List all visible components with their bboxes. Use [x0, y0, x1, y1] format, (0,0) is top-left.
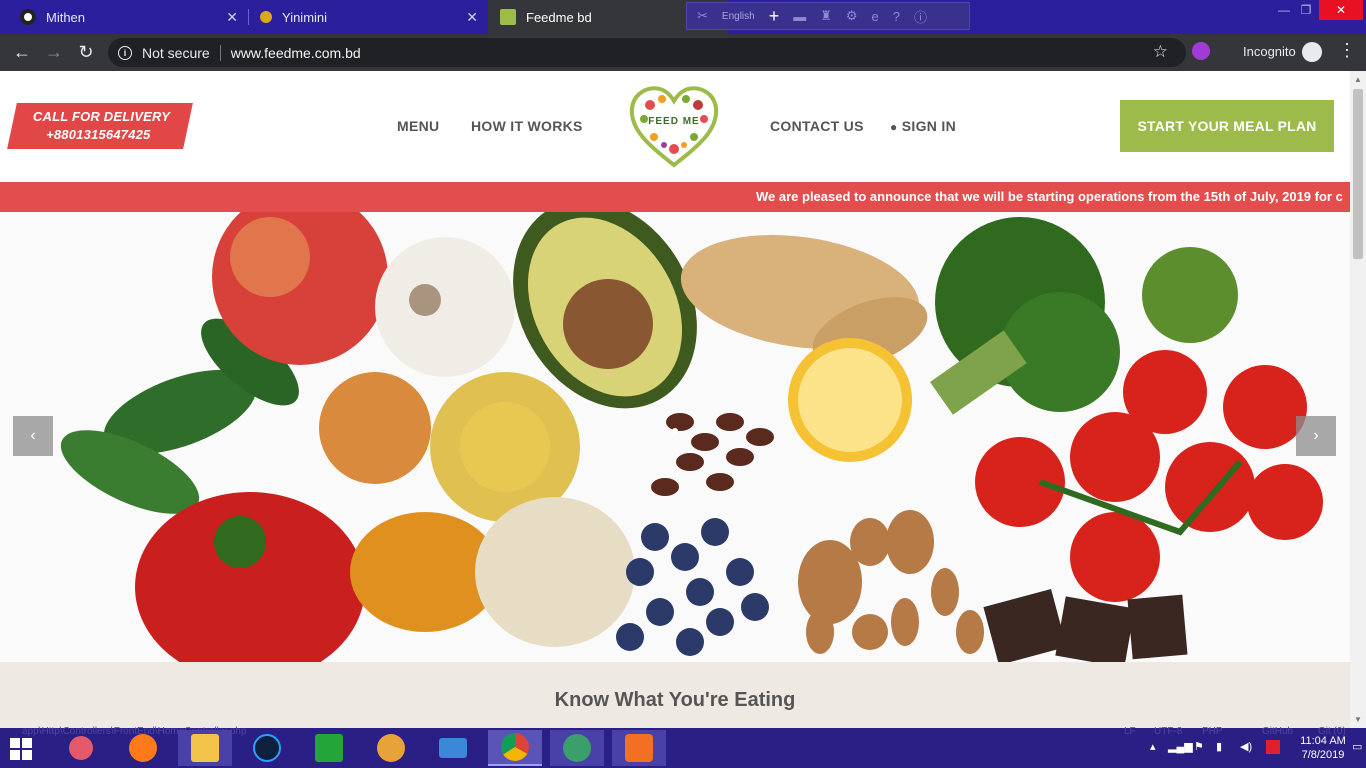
firefox-icon[interactable] [116, 730, 170, 766]
tab-title: Yinimini [282, 9, 328, 25]
tab-yinimini[interactable]: Yinimini ✕ [248, 0, 488, 34]
xampp-icon[interactable] [612, 730, 666, 766]
battery-icon[interactable]: ▮ [1216, 740, 1222, 753]
site-header: CALL FOR DELIVERY +8801315647425 MENU HO… [0, 71, 1350, 182]
ghost-status-encoding: UTF-8 [1154, 726, 1183, 737]
announcement-ticker: We are pleased to announce that we will … [0, 182, 1350, 212]
hat-icon: ▬ [793, 8, 807, 24]
browser-tab-strip: Mithen ✕ Yinimini ✕ Feedme bd ✂ English … [0, 0, 1366, 34]
call-for-delivery-banner[interactable]: CALL FOR DELIVERY +8801315647425 [7, 103, 193, 149]
url-text[interactable]: www.feedme.com.bd [231, 45, 361, 61]
tab-mithen[interactable]: Mithen ✕ [8, 0, 248, 34]
feedme-favicon-icon [500, 9, 516, 25]
hero-carousel: ‹ › [0, 212, 1350, 662]
chrome-icon[interactable] [488, 730, 542, 766]
carousel-prev-button[interactable]: ‹ [13, 416, 53, 456]
section-heading: Know What You're Eating [554, 689, 796, 711]
taskbar-clock[interactable]: 11:04 AM 7/8/2019 [1296, 734, 1350, 762]
gear-icon: ⚙ [845, 8, 858, 23]
extension-icon[interactable] [1192, 42, 1210, 60]
scrollbar-thumb[interactable] [1353, 89, 1363, 259]
reload-icon[interactable]: ↻ [70, 37, 102, 69]
info-icon: ⓘ [914, 9, 928, 25]
store-icon[interactable] [302, 730, 356, 766]
scroll-down-icon[interactable]: ▼ [1354, 715, 1362, 724]
incognito-label: Incognito [1243, 44, 1296, 59]
tab-title: Feedme bd [526, 9, 592, 25]
nav-menu[interactable]: MENU [397, 118, 439, 134]
antivirus-icon[interactable] [1266, 740, 1280, 754]
page-viewport: CALL FOR DELIVERY +8801315647425 MENU HO… [0, 71, 1350, 728]
chess-icon: ♜ [820, 8, 832, 23]
windows-taskbar: app\Http\Controllers\FrontEnd\HomeContro… [0, 726, 1366, 768]
scroll-up-icon[interactable]: ▲ [1354, 75, 1362, 84]
window-close-button[interactable]: ✕ [1319, 0, 1363, 20]
snipping-tool-icon[interactable] [54, 730, 108, 766]
nav-how-it-works[interactable]: HOW IT WORKS [471, 118, 583, 134]
new-tab-plus-icon[interactable]: + [769, 6, 780, 27]
nav-sign-in[interactable]: ● SIGN IN [890, 118, 956, 134]
carousel-next-button[interactable]: › [1296, 416, 1336, 456]
media-icon[interactable] [240, 730, 294, 766]
notifications-icon[interactable]: ▭ [1352, 740, 1362, 753]
tab-title: Mithen [46, 9, 86, 25]
weather-icon[interactable] [364, 730, 418, 766]
browser-toolbar: ← → ↻ i Not secure www.feedme.com.bd ☆ [0, 34, 1366, 71]
carousel-indicator[interactable] [672, 428, 678, 434]
forward-arrow-icon[interactable]: → [38, 37, 70, 69]
clock-date: 7/8/2019 [1301, 749, 1345, 761]
tray-overflow-icon[interactable]: ▴ [1150, 740, 1156, 753]
back-arrow-icon[interactable]: ← [6, 37, 38, 69]
tab-close-icon[interactable]: ✕ [466, 9, 478, 26]
page-scrollbar[interactable]: ▲ ▼ [1350, 71, 1366, 728]
ghost-status-language: PHP [1202, 726, 1223, 737]
file-explorer-icon[interactable] [178, 730, 232, 766]
ghost-status-github: GitHub [1262, 726, 1294, 737]
delivery-phone[interactable]: +8801315647425 [46, 126, 150, 144]
nav-contact-us[interactable]: CONTACT US [770, 118, 864, 134]
atom-icon[interactable] [550, 730, 604, 766]
hero-food-image [0, 212, 1350, 662]
mithen-favicon-icon [20, 9, 36, 25]
user-icon: ● [890, 120, 898, 134]
omnibox-divider [219, 44, 221, 61]
bookmark-star-icon[interactable]: ☆ [1153, 42, 1168, 62]
logo-text: FEED ME [648, 116, 700, 127]
help-icon: ? [892, 8, 901, 24]
language-label: English [721, 10, 755, 22]
edge-icon: e [871, 8, 879, 24]
know-what-youre-eating-section: Know What You're Eating [0, 662, 1350, 728]
start-icon[interactable] [10, 738, 32, 760]
clock-time: 11:04 AM [1300, 735, 1346, 747]
site-info-icon[interactable]: i [118, 45, 132, 60]
floating-toolbar-overlay: ✂ English + ▬ ♜ ⚙ e ? ⓘ [686, 2, 970, 30]
start-meal-plan-button[interactable]: START YOUR MEAL PLAN [1120, 100, 1334, 152]
browser-menu-icon[interactable]: ⋮ [1338, 40, 1356, 61]
remote-desktop-icon[interactable] [426, 730, 480, 766]
announcement-text: We are pleased to announce that we will … [756, 189, 1343, 204]
network-icon[interactable]: ▂▄▆ [1168, 740, 1193, 753]
yinimini-favicon-icon [260, 11, 272, 23]
flag-icon[interactable]: ⚑ [1194, 740, 1204, 753]
volume-icon[interactable]: ◀) [1240, 740, 1252, 753]
tool-icon: ✂ [697, 8, 708, 23]
incognito-icon[interactable] [1302, 42, 1322, 62]
ghost-status-lf: LF [1124, 726, 1136, 737]
delivery-label: CALL FOR DELIVERY [33, 109, 171, 124]
security-label: Not secure [142, 44, 210, 61]
feedme-logo[interactable]: FEED ME [628, 83, 720, 169]
sign-in-label: SIGN IN [901, 118, 956, 134]
address-bar[interactable]: i Not secure www.feedme.com.bd ☆ [108, 38, 1186, 67]
tab-close-icon[interactable]: ✕ [226, 9, 238, 26]
